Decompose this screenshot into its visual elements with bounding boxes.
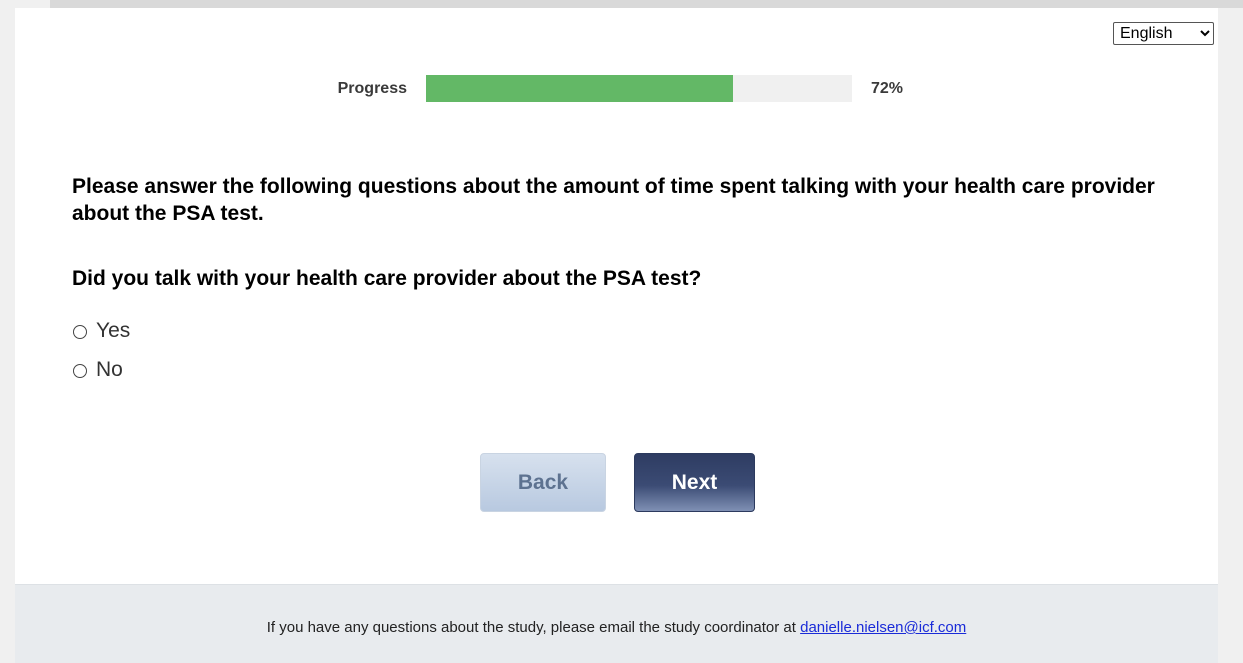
radio-option-label: No (96, 358, 123, 381)
question-intro: Please answer the following questions ab… (72, 175, 1155, 225)
question-text: Did you talk with your health care provi… (72, 267, 702, 290)
footer-message: If you have any questions about the stud… (266, 619, 801, 636)
radio-circle-icon[interactable] (73, 364, 87, 378)
footer: If you have any questions about the stud… (15, 584, 1218, 663)
radio-option-no[interactable]: No (73, 358, 123, 382)
coordinator-email-link[interactable]: danielle.nielsen@icf.com (800, 619, 966, 636)
radio-option-label: Yes (96, 319, 131, 342)
radio-circle-icon[interactable] (73, 325, 87, 339)
radio-option-yes[interactable]: Yes (73, 319, 130, 343)
progress-bar-fill (426, 75, 733, 102)
progress-label: Progress (337, 80, 407, 97)
language-select[interactable]: English (1113, 22, 1214, 45)
back-button[interactable]: Back (480, 453, 606, 512)
progress-percent: 72% (871, 80, 904, 97)
footer-text: If you have any questions about the stud… (15, 619, 1218, 636)
next-button[interactable]: Next (634, 453, 755, 512)
progress-bar (426, 75, 852, 102)
survey-page: English Progress 72% Please answer the f… (15, 8, 1218, 663)
top-scroll-strip (50, 0, 1243, 8)
